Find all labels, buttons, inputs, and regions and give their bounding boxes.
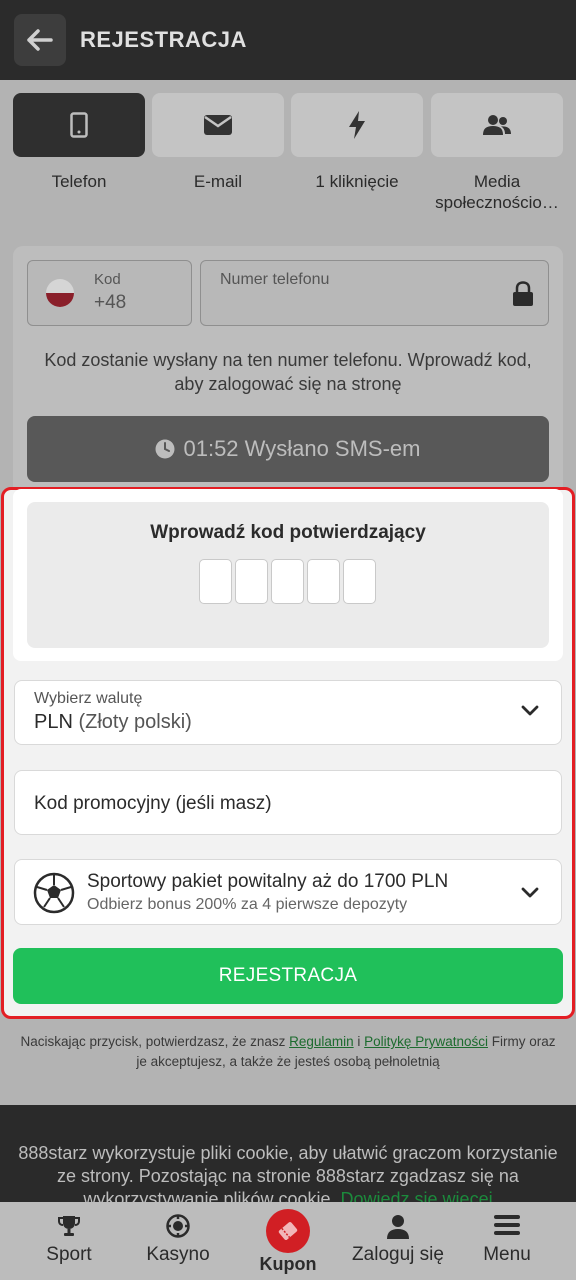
currency-name: (Złoty polski) bbox=[78, 711, 192, 733]
cookie-text: 888starz wykorzystuje pliki cookie, aby … bbox=[8, 1142, 568, 1211]
terms-pre: Naciskając przycisk, potwierdzasz, że zn… bbox=[20, 1034, 290, 1049]
trophy-icon bbox=[58, 1216, 80, 1236]
sms-sent-label: 01:52 Wysłano SMS-em bbox=[183, 436, 421, 461]
terms-mid: i bbox=[353, 1034, 365, 1049]
currency-select[interactable]: Wybierz walutę PLN (Złoty polski) bbox=[14, 680, 562, 745]
tab-email[interactable]: E-mail bbox=[152, 93, 284, 192]
nav-sport-label: Sport bbox=[46, 1244, 92, 1265]
country-code-label: Kod bbox=[94, 271, 121, 288]
nav-casino[interactable]: Kasyno bbox=[123, 1202, 233, 1280]
tab-one-click[interactable]: 1 kliknięcie bbox=[291, 93, 423, 192]
country-code-select[interactable]: Kod +48 bbox=[27, 260, 192, 326]
terms-link[interactable]: Regulamin bbox=[289, 1034, 354, 1049]
nav-login[interactable]: Zaloguj się bbox=[343, 1202, 453, 1280]
currency-value: PLN (Złoty polski) bbox=[34, 711, 192, 734]
bonus-select[interactable]: Sportowy pakiet powitalny aż do 1700 PLN… bbox=[14, 859, 562, 925]
tab-email-label: E-mail bbox=[193, 172, 243, 191]
casino-chip-icon bbox=[166, 1214, 190, 1238]
bonus-title: Sportowy pakiet powitalny aż do 1700 PLN bbox=[87, 871, 449, 892]
nav-login-label: Zaloguj się bbox=[352, 1244, 444, 1265]
users-icon bbox=[483, 115, 511, 135]
nav-sport[interactable]: Sport bbox=[14, 1202, 124, 1280]
nav-casino-label: Kasyno bbox=[146, 1244, 210, 1265]
phone-number-placeholder: Numer telefonu bbox=[220, 271, 330, 288]
hamburger-icon bbox=[494, 1215, 520, 1235]
nav-menu[interactable]: Menu bbox=[452, 1202, 562, 1280]
country-code-value: +48 bbox=[94, 292, 127, 313]
phone-number-input[interactable]: Numer telefonu bbox=[200, 260, 549, 326]
back-button[interactable] bbox=[14, 14, 66, 66]
envelope-icon bbox=[204, 115, 232, 135]
register-button[interactable]: REJESTRACJA bbox=[13, 948, 563, 1004]
bonus-subtitle: Odbierz bonus 200% za 4 pierwsze depozyt… bbox=[87, 896, 408, 913]
soccer-ball-icon bbox=[33, 872, 75, 914]
chevron-down-icon bbox=[521, 887, 539, 898]
verification-title: Wprowadź kod potwierdzający bbox=[150, 522, 426, 543]
code-digit-input[interactable] bbox=[271, 559, 304, 604]
code-digit-input[interactable] bbox=[307, 559, 340, 604]
code-digit-input[interactable] bbox=[199, 559, 232, 604]
promo-code-input[interactable]: Kod promocyjny (jeśli masz) bbox=[14, 770, 562, 835]
nav-kupon-label: Kupon bbox=[259, 1254, 317, 1274]
cookie-banner: 888starz wykorzystuje pliki cookie, aby … bbox=[0, 1105, 576, 1209]
phone-icon bbox=[70, 112, 88, 138]
currency-label: Wybierz walutę bbox=[34, 690, 143, 707]
tab-one-click-label: 1 kliknięcie bbox=[315, 172, 399, 191]
code-digit-input[interactable] bbox=[235, 559, 268, 604]
terms-text: Naciskając przycisk, potwierdzasz, że zn… bbox=[20, 1032, 556, 1072]
code-digit-input[interactable] bbox=[343, 559, 376, 604]
ticket-icon bbox=[278, 1222, 298, 1240]
user-icon bbox=[387, 1215, 409, 1239]
arrow-left-icon bbox=[27, 29, 53, 51]
kupon-badge[interactable] bbox=[266, 1209, 310, 1253]
tab-social-media-label: Media społecznościo… bbox=[435, 172, 559, 212]
promo-code-placeholder: Kod promocyjny (jeśli masz) bbox=[34, 793, 272, 814]
sms-sent-button[interactable]: 01:52 Wysłano SMS-em bbox=[27, 416, 549, 482]
clock-icon bbox=[155, 439, 175, 459]
tab-phone[interactable]: Telefon bbox=[13, 93, 145, 192]
tab-social-media[interactable]: Media społecznościo… bbox=[431, 93, 563, 213]
currency-code: PLN bbox=[34, 711, 73, 733]
page-title: REJESTRACJA bbox=[80, 27, 247, 52]
nav-menu-label: Menu bbox=[483, 1244, 531, 1265]
chevron-down-icon bbox=[521, 705, 539, 716]
top-bar: REJESTRACJA bbox=[0, 0, 576, 80]
privacy-policy-link[interactable]: Politykę Prywatności bbox=[364, 1034, 488, 1049]
lightning-icon bbox=[349, 111, 365, 139]
tab-phone-label: Telefon bbox=[51, 172, 107, 191]
poland-flag-icon bbox=[46, 279, 74, 307]
lock-icon bbox=[513, 281, 533, 306]
sms-info-text: Kod zostanie wysłany na ten numer telefo… bbox=[44, 350, 532, 394]
